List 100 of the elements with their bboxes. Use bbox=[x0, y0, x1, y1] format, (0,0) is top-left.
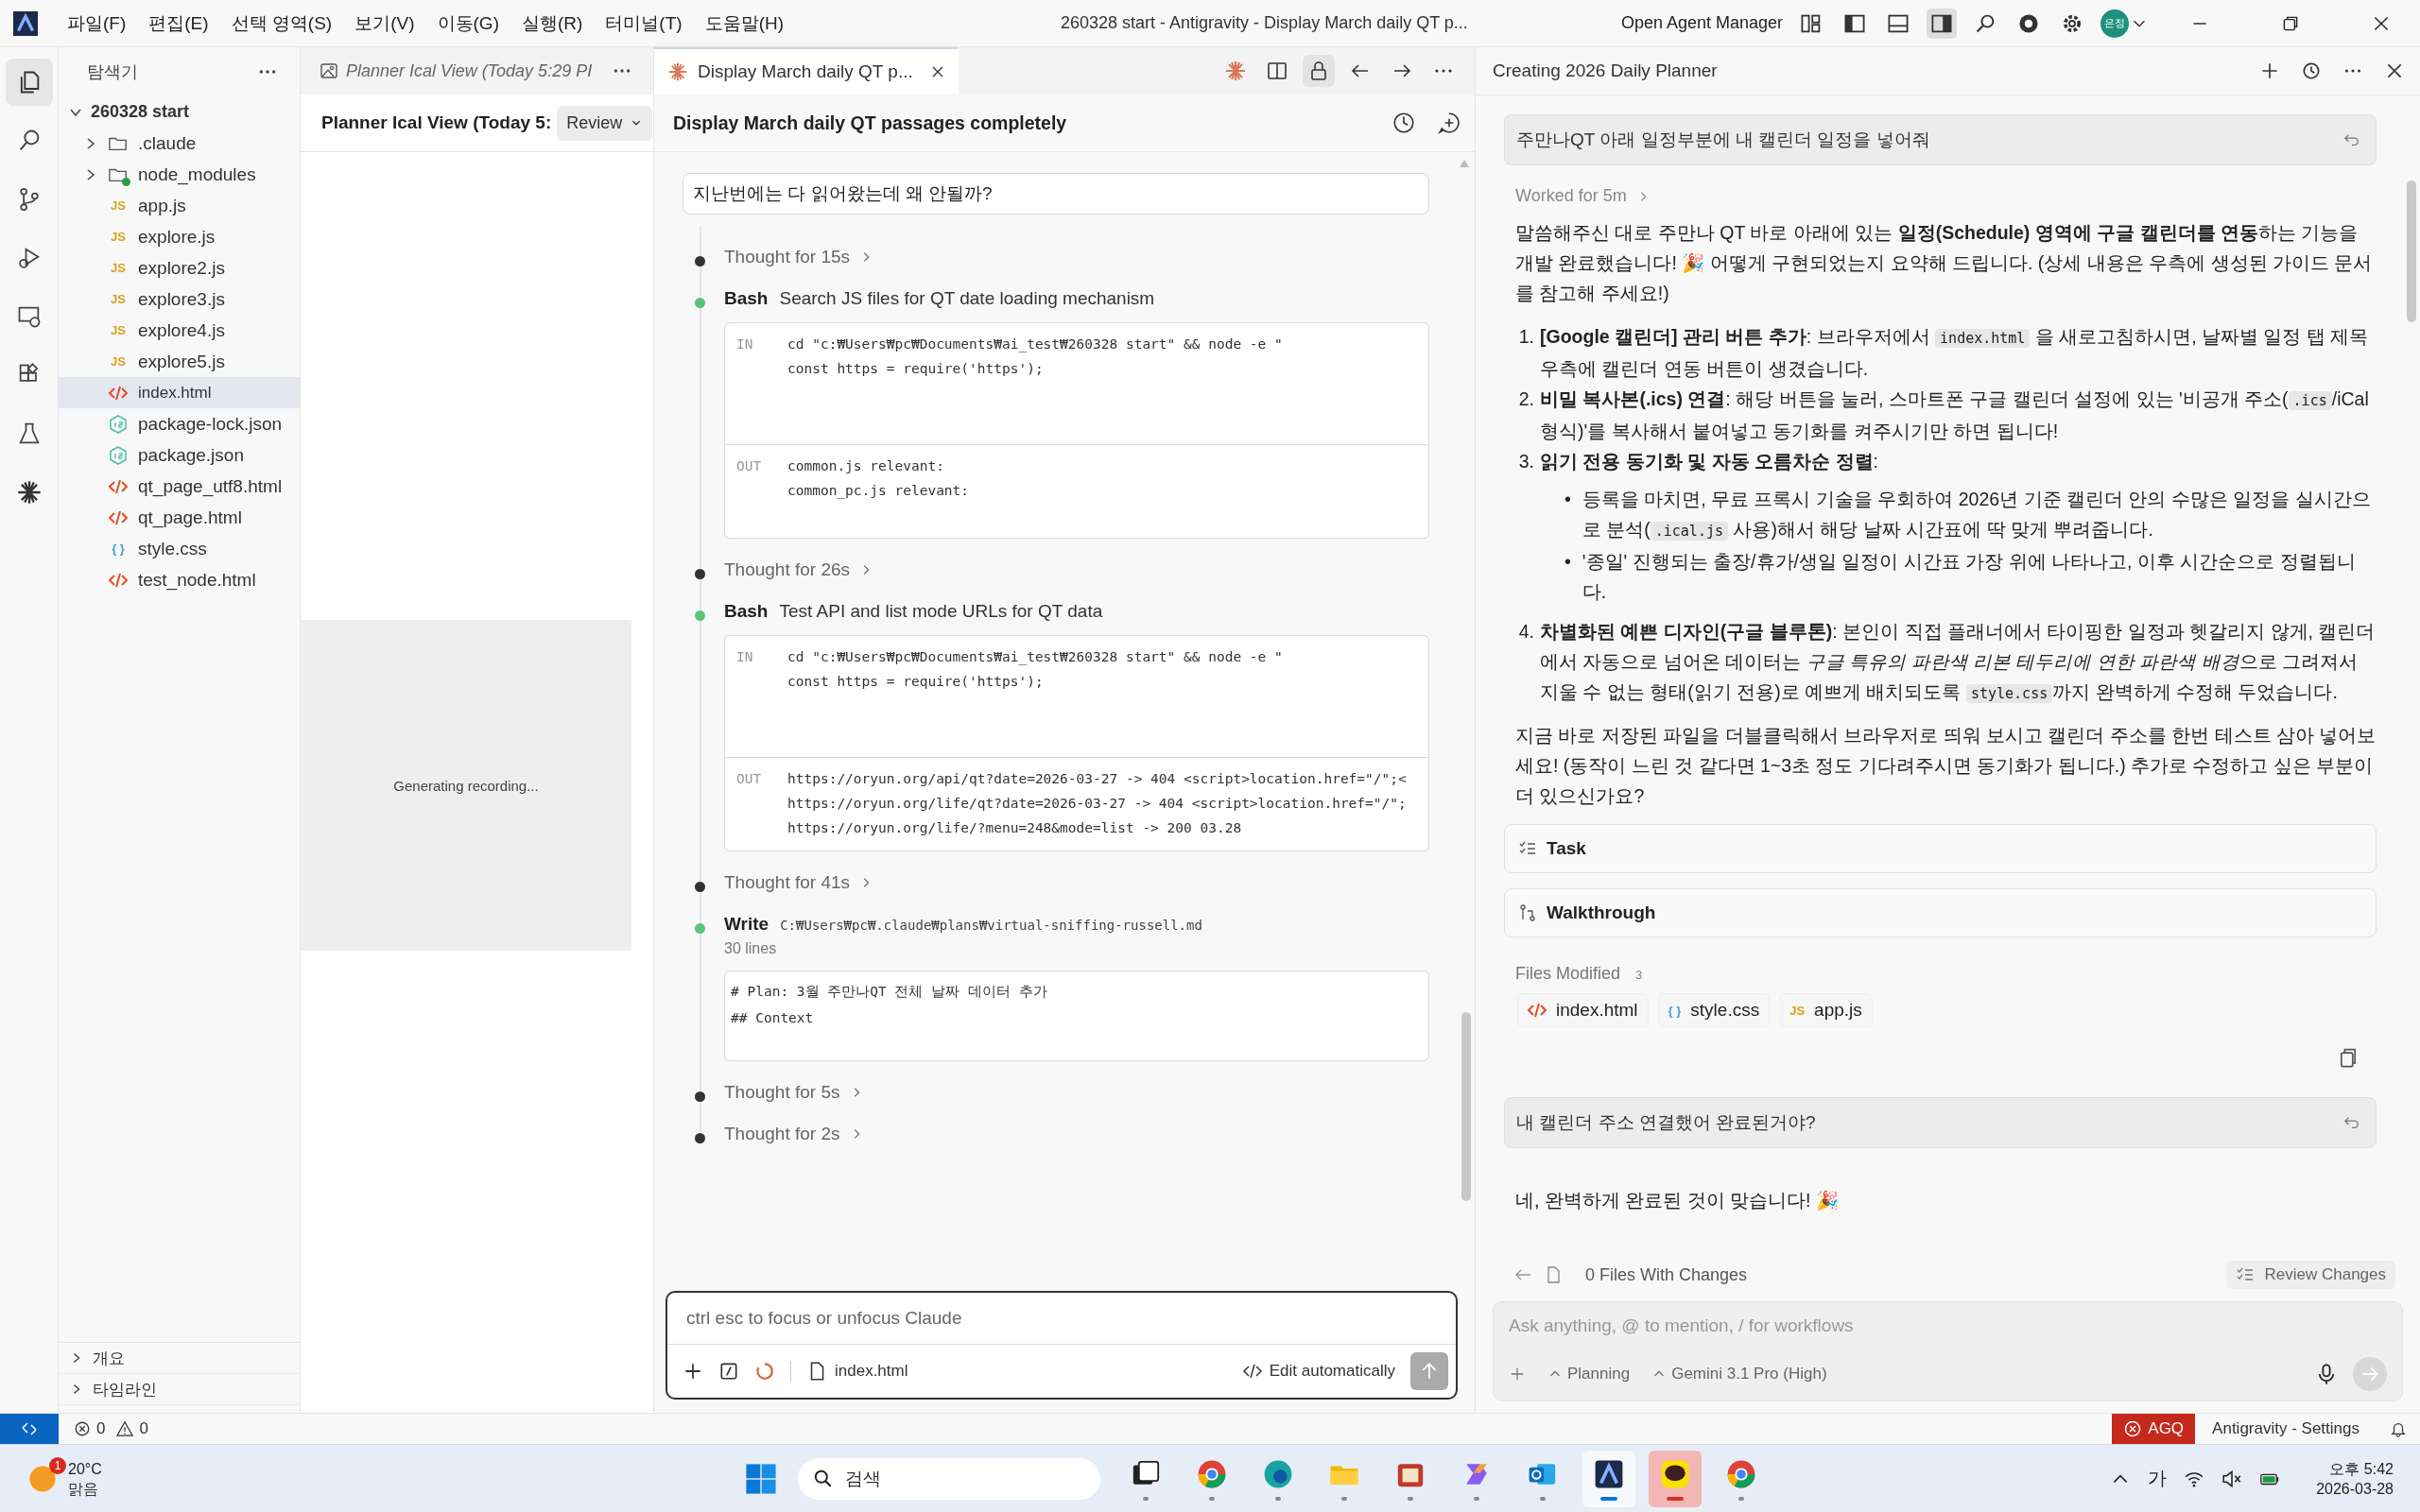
list-number: 3. bbox=[1517, 450, 1534, 473]
weather-condition[interactable]: 맑음 bbox=[68, 1478, 102, 1499]
speaker-muted-icon[interactable] bbox=[2221, 1468, 2243, 1489]
menu-item[interactable]: 선택 영역(S) bbox=[220, 5, 343, 42]
search-icon bbox=[813, 1468, 834, 1489]
scrollbar-thumb[interactable] bbox=[2407, 180, 2416, 322]
file-chip[interactable]: JS app.js bbox=[1779, 993, 1873, 1027]
remote-button[interactable] bbox=[0, 1414, 59, 1444]
file-row[interactable]: qt_page.html bbox=[59, 502, 300, 533]
spark-icon bbox=[667, 61, 688, 82]
folder-row[interactable]: .claude bbox=[59, 128, 300, 159]
file-type-icon: JS bbox=[111, 261, 126, 275]
message-text: 주만나QT 아래 일정부분에 내 캘린더 일정을 넣어줘 bbox=[1516, 129, 1931, 151]
thought-toggle[interactable]: Thought for 15s bbox=[724, 247, 873, 267]
code-label: OUT bbox=[736, 458, 763, 475]
model-selector[interactable]: Gemini 3.1 Pro (High) bbox=[1652, 1365, 1827, 1383]
artifact-card[interactable]: Walkthrough bbox=[1504, 888, 2377, 937]
settings-link[interactable]: Antigravity - Settings bbox=[2212, 1419, 2360, 1438]
section-header[interactable]: 타임라인 bbox=[59, 1374, 300, 1405]
app-logo-icon bbox=[13, 10, 38, 36]
file-type-icon: { } bbox=[1668, 1003, 1682, 1018]
agent-manager-button[interactable]: Open Agent Manager bbox=[1620, 13, 1783, 33]
new-chat-icon[interactable] bbox=[1437, 111, 1461, 135]
scrollbar-thumb[interactable] bbox=[1461, 1012, 1471, 1201]
review-changes-button[interactable]: Review Changes bbox=[2226, 1261, 2395, 1289]
file-chip[interactable]: { } style.css bbox=[1657, 993, 1771, 1027]
taskbar-app[interactable] bbox=[1582, 1450, 1635, 1507]
thought-toggle[interactable]: Thought for 41s bbox=[724, 872, 873, 893]
input-method[interactable]: 가 bbox=[2148, 1466, 2168, 1491]
list-number: 1. bbox=[1517, 325, 1534, 349]
section-header[interactable]: 개요 bbox=[59, 1343, 300, 1374]
code-line: https://oryun.org/life/qt?date=2026-03-27 -> 404 <script>location.href="/"; bbox=[787, 796, 1407, 811]
timeline-dot bbox=[695, 298, 705, 308]
lock-icon[interactable] bbox=[1303, 55, 1335, 87]
file-type-icon: JS bbox=[111, 354, 126, 369]
thought-toggle[interactable]: Thought for 5s bbox=[724, 1082, 863, 1103]
file-chip[interactable]: index.html bbox=[1517, 993, 1649, 1027]
window-title: 260328 start - Antigravity - Display March daily QT p... bbox=[1060, 13, 1469, 33]
menu-item[interactable]: 도움말(H) bbox=[694, 5, 794, 42]
file-row[interactable]: package.json bbox=[59, 439, 300, 471]
file-type-icon: { } bbox=[112, 541, 125, 556]
menu-item[interactable]: 실행(R) bbox=[510, 5, 594, 42]
file-row[interactable]: qt_page_utf8.html bbox=[59, 471, 300, 502]
activity-bar-button[interactable] bbox=[5, 59, 53, 106]
file-row[interactable]: package-lock.json bbox=[59, 408, 300, 439]
taskbar-app[interactable] bbox=[1649, 1450, 1702, 1507]
file-row[interactable]: JS explore5.js bbox=[59, 346, 300, 377]
tool-name: Write bbox=[724, 914, 769, 935]
edit-mode-button[interactable]: Edit automatically bbox=[1242, 1362, 1395, 1381]
file-row[interactable]: JS app.js bbox=[59, 190, 300, 221]
warning-count[interactable]: 0 bbox=[139, 1419, 148, 1438]
mode-selector[interactable]: Planning bbox=[1548, 1365, 1631, 1383]
attached-file[interactable]: index.html bbox=[835, 1362, 908, 1381]
message-text: 내 캘린더 주소 연결했어 완료된거야? bbox=[1516, 1111, 1817, 1134]
code-line: https://oryun.org/life/?menu=248&mode=list -> 200 03.28 bbox=[787, 820, 1243, 835]
changes-count: 0 Files With Changes bbox=[1585, 1264, 1748, 1285]
timeline-dot bbox=[695, 923, 705, 934]
notification-bell-icon[interactable] bbox=[2390, 1420, 2407, 1437]
secondary-sidebar-icon[interactable] bbox=[1927, 8, 1957, 39]
file-count: 3 bbox=[1635, 968, 1643, 982]
thought-toggle[interactable]: Thought for 2s bbox=[724, 1124, 863, 1144]
add-icon[interactable] bbox=[683, 1361, 703, 1382]
code-label: IN bbox=[736, 336, 754, 353]
thought-toggle[interactable]: Thought for 26s bbox=[724, 559, 873, 580]
menu-item[interactable]: 터미널(T) bbox=[595, 5, 693, 42]
code-line: cd "c:₩Users₩pc₩Documents₩ai_test₩260328 start" && node -e " bbox=[787, 649, 1283, 664]
editor-tab[interactable]: Display March daily QT p... bbox=[654, 47, 959, 94]
file-row[interactable]: { } style.css bbox=[59, 533, 300, 564]
file-row[interactable]: JS explore2.js bbox=[59, 252, 300, 284]
menu-item[interactable]: 편집(E) bbox=[138, 5, 219, 42]
clock-date[interactable]: 2026-03-28 bbox=[2316, 1478, 2394, 1499]
folder-row[interactable]: node_modules bbox=[59, 159, 300, 190]
search-field[interactable]: 검색 bbox=[798, 1457, 1100, 1500]
file-row[interactable]: JS explore4.js bbox=[59, 315, 300, 346]
timeline-dot bbox=[695, 1133, 705, 1143]
menu-item[interactable]: 파일(F) bbox=[57, 5, 137, 42]
add-icon[interactable] bbox=[2259, 60, 2280, 81]
more-icon[interactable] bbox=[613, 67, 631, 75]
review-dropdown[interactable]: Review bbox=[557, 105, 653, 141]
file-row[interactable]: test_node.html bbox=[59, 564, 300, 595]
history-icon[interactable] bbox=[1392, 111, 1416, 135]
artifact-card[interactable]: Task bbox=[1504, 824, 2377, 873]
error-count[interactable]: 0 bbox=[96, 1419, 106, 1438]
file-row[interactable]: JS explore3.js bbox=[59, 284, 300, 315]
menu-item[interactable]: 보기(V) bbox=[344, 5, 425, 42]
agent-input[interactable]: Ask anything, @ to mention, / for workflows Planning Gemini 3.1 Pro (High) bbox=[1493, 1301, 2403, 1401]
response-paragraph: 지금 바로 저장된 파일을 더블클릭해서 브라우저로 띄워 보시고 캘린더 주소를 한번 테스트 삼아 넣어보세요! (동작이 느린 것 같다면 1~3초 정도 기다려주시면 동기화가 됩니다.) 추가로 수정하고 싶은 부분이 더 있으신가요? bbox=[1515, 724, 2377, 808]
clock-time[interactable]: 오후 5:42 bbox=[2329, 1458, 2394, 1479]
slash-command-icon[interactable] bbox=[718, 1361, 739, 1382]
status-badge[interactable]: AGQ bbox=[2112, 1414, 2196, 1444]
history-icon[interactable] bbox=[2301, 60, 2322, 81]
folder-row[interactable]: 260328 start bbox=[59, 96, 300, 128]
temperature[interactable]: 20°C bbox=[68, 1458, 102, 1479]
more-icon[interactable] bbox=[258, 68, 277, 76]
menu-item[interactable]: 이동(G) bbox=[426, 5, 510, 42]
user-avatar[interactable]: 은정 bbox=[2100, 9, 2129, 38]
file-row[interactable]: index.html bbox=[59, 377, 300, 408]
explorer-title: 탐색기 bbox=[87, 61, 138, 83]
chat-input[interactable]: ctrl esc to focus or unfocus Claude index.html Edit automatically bbox=[666, 1291, 1458, 1400]
file-row[interactable]: JS explore.js bbox=[59, 221, 300, 252]
